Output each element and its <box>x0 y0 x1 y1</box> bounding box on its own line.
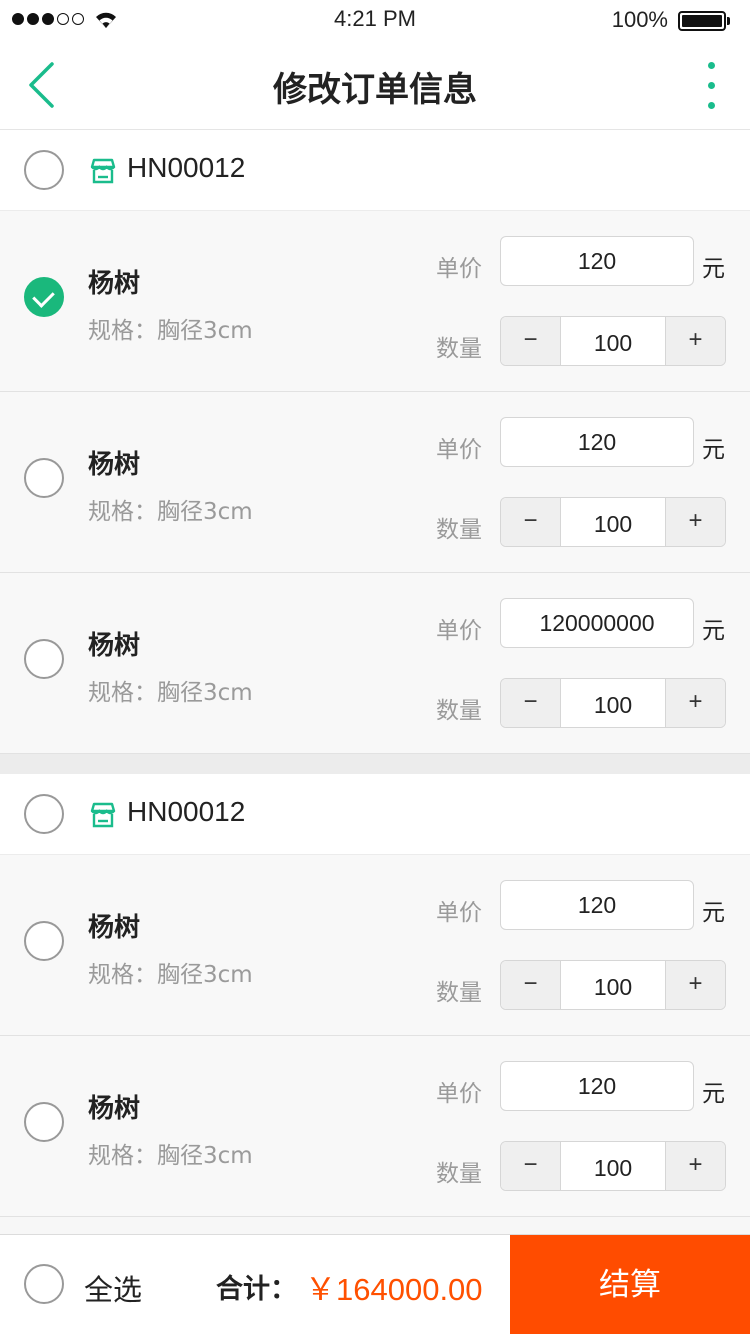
group-divider <box>0 754 750 774</box>
decrease-button[interactable]: − <box>501 498 561 546</box>
page-title: 修改订单信息 <box>273 70 477 110</box>
order-item: 杨树 规格：胸径3cm 单价 120 元数量 −100 + <box>0 855 750 1036</box>
item-checkbox[interactable] <box>24 277 64 317</box>
increase-button[interactable]: + <box>665 679 725 727</box>
quantity-input[interactable]: 100 <box>561 679 665 727</box>
price-label: 单价 <box>436 256 482 282</box>
quantity-input[interactable]: 100 <box>561 498 665 546</box>
item-name: 杨树 <box>88 913 141 943</box>
shop-icon <box>88 800 118 830</box>
order-item: 杨树 规格：胸径3cm 单价 120 元数量 −100 + <box>0 392 750 573</box>
item-checkbox[interactable] <box>24 921 64 961</box>
price-input[interactable]: 120 <box>500 236 694 286</box>
price-input[interactable]: 120 <box>500 417 694 467</box>
item-name: 杨树 <box>88 631 141 661</box>
shop-header: HN00012 <box>0 774 750 855</box>
item-checkbox[interactable] <box>24 458 64 498</box>
status-bar: 4:21 PM 100% <box>0 0 750 40</box>
quantity-stepper: −100 + <box>500 1141 726 1191</box>
more-options-icon[interactable] <box>694 52 730 118</box>
quantity-stepper: −100 + <box>500 497 726 547</box>
price-label: 单价 <box>436 437 482 463</box>
quantity-label: 数量 <box>436 517 482 543</box>
item-name: 杨树 <box>88 269 141 299</box>
item-checkbox[interactable] <box>24 1102 64 1142</box>
quantity-label: 数量 <box>436 1161 482 1187</box>
order-item: 杨树 规格：胸径3cm 单价 120 元数量 −100 + <box>0 211 750 392</box>
price-label: 单价 <box>436 618 482 644</box>
price-label: 单价 <box>436 900 482 926</box>
item-checkbox[interactable] <box>24 639 64 679</box>
quantity-label: 数量 <box>436 336 482 362</box>
price-unit: 元 <box>702 1081 725 1107</box>
quantity-stepper: −100 + <box>500 960 726 1010</box>
price-unit: 元 <box>702 256 725 282</box>
order-item: 杨树 规格：胸径3cm 单价 120 元数量 −100 + <box>0 1036 750 1217</box>
quantity-stepper: −100 + <box>500 316 726 366</box>
price-label: 单价 <box>436 1081 482 1107</box>
price-unit: 元 <box>702 437 725 463</box>
total-amount: ￥164000.00 <box>305 1272 483 1307</box>
increase-button[interactable]: + <box>665 961 725 1009</box>
item-name: 杨树 <box>88 450 141 480</box>
order-list: HN00012 杨树 规格：胸径3cm 单价 120 元数量 −100 + 杨树 规格：胸径3cm… <box>0 130 750 1217</box>
quantity-stepper: −100 + <box>500 678 726 728</box>
quantity-label: 数量 <box>436 980 482 1006</box>
decrease-button[interactable]: − <box>501 679 561 727</box>
shop-code: HN00012 <box>127 152 246 183</box>
bottom-bar: 全选 合计： ￥164000.00 结算 <box>0 1234 750 1334</box>
quantity-input[interactable]: 100 <box>561 1142 665 1190</box>
price-input[interactable]: 120 <box>500 1061 694 1111</box>
shop-checkbox[interactable] <box>24 150 64 190</box>
item-spec: 规格：胸径3cm <box>88 1143 253 1169</box>
checkout-button[interactable]: 结算 <box>510 1235 750 1334</box>
price-unit: 元 <box>702 900 725 926</box>
navigation-bar: 修改订单信息 <box>0 40 750 130</box>
decrease-button[interactable]: − <box>501 961 561 1009</box>
increase-button[interactable]: + <box>665 498 725 546</box>
quantity-input[interactable]: 100 <box>561 961 665 1009</box>
select-all-label[interactable]: 全选 <box>84 1267 142 1309</box>
increase-button[interactable]: + <box>665 1142 725 1190</box>
price-input[interactable]: 120000000 <box>500 598 694 648</box>
order-item: 杨树 规格：胸径3cm 单价 120000000 元数量 −100 + <box>0 573 750 754</box>
item-spec: 规格：胸径3cm <box>88 318 253 344</box>
quantity-input[interactable]: 100 <box>561 317 665 365</box>
shop-icon <box>88 156 118 186</box>
item-spec: 规格：胸径3cm <box>88 680 253 706</box>
quantity-label: 数量 <box>436 698 482 724</box>
increase-button[interactable]: + <box>665 317 725 365</box>
decrease-button[interactable]: − <box>501 1142 561 1190</box>
price-input[interactable]: 120 <box>500 880 694 930</box>
item-name: 杨树 <box>88 1094 141 1124</box>
total-label: 合计： <box>216 1274 297 1305</box>
item-spec: 规格：胸径3cm <box>88 962 253 988</box>
battery-percentage: 100% <box>611 7 668 32</box>
price-unit: 元 <box>702 618 725 644</box>
battery-icon <box>678 11 730 31</box>
decrease-button[interactable]: − <box>501 317 561 365</box>
shop-header: HN00012 <box>0 130 750 211</box>
shop-checkbox[interactable] <box>24 794 64 834</box>
select-all-checkbox[interactable] <box>24 1264 64 1304</box>
item-spec: 规格：胸径3cm <box>88 499 253 525</box>
shop-code: HN00012 <box>127 796 246 827</box>
